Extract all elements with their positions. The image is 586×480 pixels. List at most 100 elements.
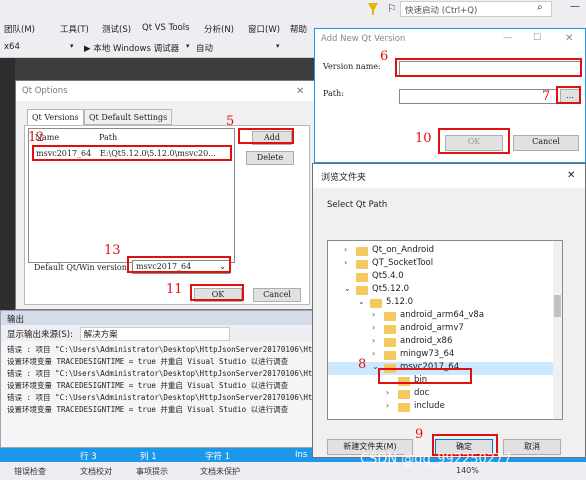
tree-item-label: 5.12.0	[386, 297, 414, 307]
close-icon[interactable]: ✕	[296, 86, 304, 97]
annotation-number: 8	[358, 357, 367, 372]
chevron-right-icon[interactable]: ›	[372, 323, 375, 332]
scrollbar[interactable]	[553, 241, 562, 419]
minimize-icon[interactable]: —	[570, 1, 580, 12]
folder-icon	[356, 260, 368, 269]
tree-item[interactable]: › include	[328, 401, 553, 414]
tree-item[interactable]: › doc	[328, 388, 553, 401]
cancel-button[interactable]: Cancel	[253, 288, 301, 302]
chevron-right-icon[interactable]: ›	[344, 245, 347, 254]
close-icon[interactable]: ✕	[565, 33, 573, 44]
folder-icon	[384, 351, 396, 360]
status-item[interactable]: 错误检查	[14, 466, 46, 477]
output-panel: 输出 显示输出来源(S): 解决方案 错误 : 项目 "C:\Users\Adm…	[0, 310, 326, 448]
delete-button[interactable]: Delete	[246, 151, 294, 165]
chevron-down-icon[interactable]: ▾	[70, 42, 74, 50]
tab-qt-versions[interactable]: Qt Versions	[27, 109, 84, 125]
chevron-right-icon[interactable]: ›	[372, 336, 375, 345]
status-char: 字符 1	[205, 452, 231, 462]
tree-item-label: android_x86	[400, 336, 453, 346]
annotation-number: 2	[36, 130, 45, 145]
tree-item-label: QT_SocketTool	[372, 258, 434, 268]
menu-tools[interactable]: 工具(T)	[60, 23, 89, 35]
status-item[interactable]: 事项提示	[136, 466, 168, 477]
output-panel-title: 输出	[1, 311, 326, 325]
status-item[interactable]: 文档未保护	[200, 466, 240, 477]
start-debugger-button[interactable]: ▶ 本地 Windows 调试器	[84, 42, 179, 54]
output-line: 设置环境变量 TRACEDESIGNTIME = true 并重启 Visual…	[7, 357, 289, 366]
annotation-number: 13	[104, 243, 121, 258]
close-icon[interactable]: ✕	[567, 170, 575, 181]
folder-icon	[384, 338, 396, 347]
annotation-number: 5	[226, 114, 235, 129]
tree-item-label: Qt_on_Android	[372, 245, 434, 255]
tree-item-label: doc	[414, 388, 430, 398]
output-source-bar: 显示输出来源(S): 解决方案	[1, 325, 326, 341]
status-item[interactable]: 文档校对	[80, 466, 112, 477]
highlight-add-ok	[438, 128, 510, 154]
path-field[interactable]	[399, 89, 557, 104]
add-dialog-title: Add New Qt Version	[321, 34, 406, 44]
version-name-label: Version name:	[323, 62, 381, 71]
chevron-down-icon[interactable]: ▾	[186, 42, 190, 50]
chevron-right-icon[interactable]: ›	[386, 388, 389, 397]
tree-item[interactable]: › QT_SocketTool	[328, 258, 553, 271]
chevron-down-icon[interactable]: ⌄	[358, 297, 365, 306]
tree-item[interactable]: Qt5.4.0	[328, 271, 553, 284]
watermark: CSDN @qq_992250277	[360, 452, 512, 467]
status-row: 行 3	[80, 452, 97, 462]
tree-item[interactable]: ⌄ 5.12.0	[328, 297, 553, 310]
folder-icon	[356, 247, 368, 256]
tree-item-label: android_arm64_v8a	[400, 310, 485, 320]
menu-analyze[interactable]: 分析(N)	[204, 23, 234, 35]
vs-left-strip	[0, 58, 15, 308]
status-col: 列 1	[140, 452, 157, 462]
tree-item[interactable]: › android_x86	[328, 336, 553, 349]
folder-icon	[384, 312, 396, 321]
folder-icon	[398, 390, 410, 399]
tree-item-label: Qt5.4.0	[372, 271, 404, 281]
tree-item[interactable]: ⌄ Qt5.12.0	[328, 284, 553, 297]
browse-folder-dialog: 浏览文件夹 ✕ Select Qt Path › Qt_on_Android › QT…	[312, 163, 586, 458]
scrollbar-thumb[interactable]	[554, 295, 561, 317]
chevron-right-icon[interactable]: ›	[344, 258, 347, 267]
chevron-down-icon[interactable]: ⌄	[344, 284, 351, 293]
quick-launch-input[interactable]: 快速启动 (Ctrl+Q)	[400, 1, 552, 17]
menu-window[interactable]: 窗口(W)	[248, 23, 280, 35]
menu-test[interactable]: 测试(S)	[102, 23, 131, 35]
chevron-right-icon[interactable]: ›	[386, 401, 389, 410]
chevron-down-icon[interactable]: ▾	[276, 42, 280, 50]
folder-icon	[370, 299, 382, 308]
maximize-icon[interactable]: ☐	[533, 33, 541, 43]
annotation-number: 6	[380, 49, 389, 64]
chevron-right-icon[interactable]: ›	[372, 349, 375, 358]
platform-select[interactable]: x64	[4, 42, 20, 52]
config-select[interactable]: 自动	[196, 42, 213, 54]
menu-qt-vs-tools[interactable]: Qt VS Tools	[142, 23, 190, 33]
search-icon[interactable]: ⌕	[537, 2, 543, 13]
feedback-icon[interactable]: ⚐	[387, 2, 397, 15]
folder-tree[interactable]: › Qt_on_Android › QT_SocketTool Qt5.4.0 ⌄ Qt5.…	[327, 240, 563, 420]
menu-help[interactable]: 帮助	[290, 23, 307, 35]
menu-team[interactable]: 团队(M)	[4, 23, 35, 35]
browse-dialog-title: 浏览文件夹	[313, 164, 585, 188]
tree-item-label: android_armv7	[400, 323, 464, 333]
tab-qt-default-settings[interactable]: Qt Default Settings	[84, 109, 173, 125]
default-version-label: Default Qt/Win version:	[34, 263, 130, 272]
chevron-right-icon[interactable]: ›	[372, 310, 375, 319]
output-source-select[interactable]: 解决方案	[79, 327, 230, 341]
cancel-button[interactable]: Cancel	[513, 135, 579, 151]
highlight-default-select	[127, 256, 231, 273]
highlight-msvc-folder	[378, 368, 472, 384]
cancel-button[interactable]: 取消	[503, 439, 561, 455]
minimize-icon[interactable]: —	[503, 33, 512, 43]
qt-options-title: Qt Options	[16, 81, 314, 101]
tree-item[interactable]: › android_arm64_v8a	[328, 310, 553, 323]
path-label: Path:	[323, 89, 344, 98]
annotation-number: 9	[415, 427, 424, 442]
highlight-browse-button	[556, 86, 581, 104]
tree-item[interactable]: › android_armv7	[328, 323, 553, 336]
filter-icon[interactable]	[368, 3, 378, 15]
zoom-level[interactable]: 140%	[456, 466, 479, 475]
tree-item[interactable]: › Qt_on_Android	[328, 245, 553, 258]
